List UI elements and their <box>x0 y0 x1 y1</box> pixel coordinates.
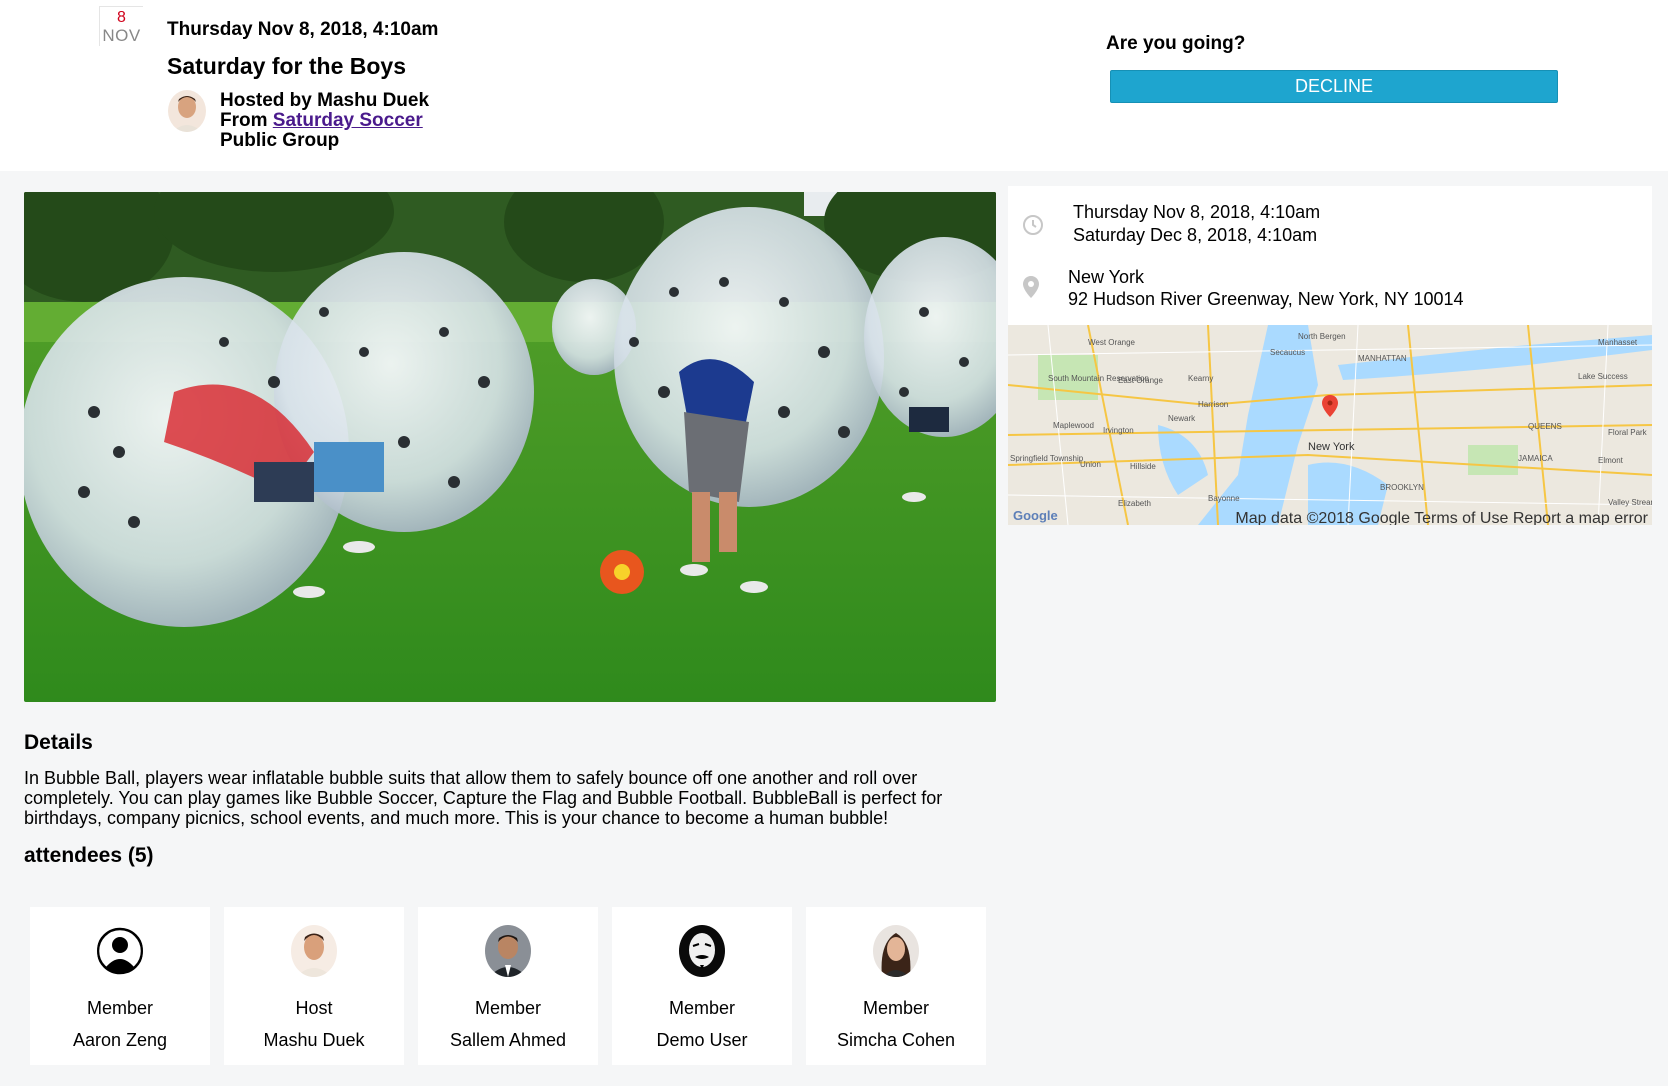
map-label: Bayonne <box>1208 494 1240 503</box>
map-label: JAMAICA <box>1518 454 1553 463</box>
attendee-name: Demo User <box>656 1030 748 1050</box>
map-label: South Mountain Reservation <box>1048 374 1149 383</box>
rsvp-question: Are you going? <box>1106 33 1246 54</box>
details-text: In Bubble Ball, players wear inflatable … <box>24 768 943 828</box>
avatar <box>873 925 919 977</box>
map-label: Newark <box>1168 414 1196 423</box>
map-label: Floral Park <box>1608 428 1648 437</box>
attendee-card[interactable]: Member Sallem Ahmed <box>418 907 598 1065</box>
event-address: 92 Hudson River Greenway, New York, NY 1… <box>1068 289 1464 309</box>
event-title: Saturday for the Boys <box>167 53 406 79</box>
map-label: Harrison <box>1198 400 1228 409</box>
group-link[interactable]: Saturday Soccer <box>273 110 423 131</box>
event-location: New York 92 Hudson River Greenway, New Y… <box>1068 266 1464 310</box>
map-label: Valley Stream <box>1608 498 1652 507</box>
map-label: Springfield Township <box>1010 454 1084 463</box>
map-label: QUEENS <box>1528 422 1562 431</box>
map-label: New York <box>1308 441 1355 453</box>
attendee-role: Member <box>474 998 541 1018</box>
event-start: Thursday Nov 8, 2018, 4:10am <box>1073 202 1321 222</box>
map-label: North Bergen <box>1298 332 1346 341</box>
map-label: West Orange <box>1088 338 1136 347</box>
attendee-name: Sallem Ahmed <box>449 1030 567 1050</box>
attendee-role: Member <box>668 998 735 1018</box>
date-badge: 8 NOV <box>99 6 143 46</box>
attendees-heading: attendees (5) <box>24 844 154 867</box>
date-badge-month: NOV <box>102 26 141 45</box>
event-info-card: Thursday Nov 8, 2018, 4:10am Saturday De… <box>1008 186 1652 325</box>
map-label: Union <box>1080 460 1101 469</box>
map-label: Secaucus <box>1270 348 1305 357</box>
map-label: BROOKLYN <box>1380 483 1424 492</box>
attendee-role: Host <box>295 998 333 1018</box>
location-map[interactable]: North Bergen West Orange Secaucus MANHATTAN… <box>1008 325 1652 525</box>
event-header: 8 NOV Thursday Nov 8, 2018, 4:10am Satur… <box>0 0 1668 171</box>
from-prefix: From <box>220 110 273 131</box>
avatar <box>291 925 337 977</box>
map-label: Kearny <box>1188 374 1213 383</box>
google-logo: Google <box>1013 508 1058 523</box>
decline-button[interactable]: DECLINE <box>1110 70 1558 103</box>
map-credits[interactable]: Map data ©2018 Google Terms of Use Repor… <box>1235 510 1648 525</box>
default-user-avatar-icon <box>97 925 143 977</box>
location-pin-icon <box>1022 275 1040 299</box>
clock-icon <box>1022 214 1044 236</box>
mask-avatar-icon <box>679 925 725 977</box>
event-photo <box>24 192 996 702</box>
map-label: Elmont <box>1598 456 1624 465</box>
attendee-card[interactable]: Member Aaron Zeng <box>30 907 210 1065</box>
map-label: Lake Success <box>1578 372 1628 381</box>
map-label: Irvington <box>1103 426 1134 435</box>
hosted-by-text: Hosted by Mashu Duek <box>220 90 430 111</box>
map-label: Maplewood <box>1053 421 1094 430</box>
map-label: Manhasset <box>1598 338 1638 347</box>
event-time-range: Thursday Nov 8, 2018, 4:10am Saturday De… <box>1073 201 1320 247</box>
map-label: Elizabeth <box>1118 499 1151 508</box>
date-badge-day: 8 <box>117 9 126 26</box>
group-type: Public Group <box>220 130 340 151</box>
map-label: Hillside <box>1130 462 1156 471</box>
attendee-card[interactable]: Member Simcha Cohen <box>806 907 986 1065</box>
group-line: From Saturday Soccer <box>220 111 429 131</box>
attendee-name: Simcha Cohen <box>836 1030 956 1050</box>
event-city: New York <box>1068 267 1145 287</box>
host-avatar[interactable] <box>168 90 206 132</box>
event-end: Saturday Dec 8, 2018, 4:10am <box>1073 225 1318 245</box>
attendee-card[interactable]: Host Mashu Duek <box>224 907 404 1065</box>
attendee-name: Mashu Duek <box>263 1030 365 1050</box>
avatar <box>485 925 531 977</box>
event-datetime: Thursday Nov 8, 2018, 4:10am <box>167 19 439 40</box>
attendee-role: Member <box>86 998 153 1018</box>
attendee-role: Member <box>862 998 929 1018</box>
attendee-card[interactable]: Member Demo User <box>612 907 792 1065</box>
map-label: MANHATTAN <box>1358 354 1407 363</box>
host-info: Hosted by Mashu Duek From Saturday Socce… <box>220 91 429 151</box>
attendee-name: Aaron Zeng <box>72 1030 168 1050</box>
details-heading: Details <box>24 731 93 754</box>
